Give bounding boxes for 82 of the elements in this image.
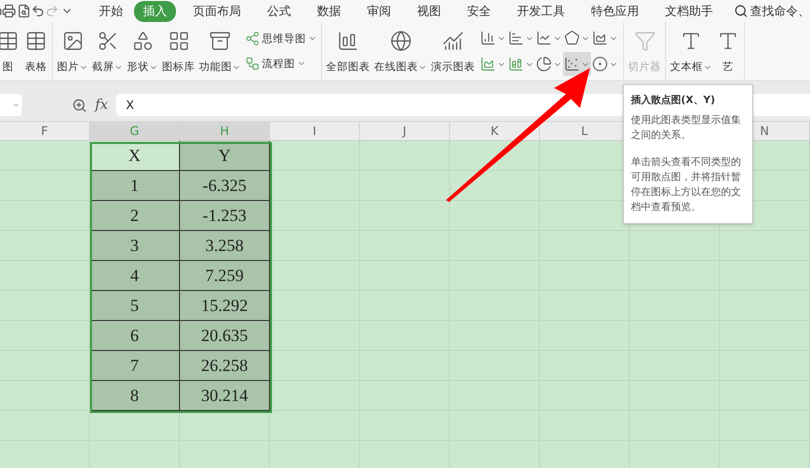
ribbon-icon <box>442 30 464 52</box>
ribbon-icon <box>0 30 19 52</box>
table-cell: 1 <box>90 171 180 201</box>
table-cell: 6 <box>90 321 180 351</box>
ribbon-icon <box>717 30 739 52</box>
ribbon-button[interactable]: 图 <box>0 22 22 80</box>
menu-tab[interactable]: 视图 <box>408 0 450 22</box>
table-cell: -1.253 <box>180 201 270 231</box>
radar-chart-icon <box>564 30 580 46</box>
combo-chart-icon <box>508 56 524 72</box>
table-cell: 4 <box>90 261 180 291</box>
menu-tab[interactable]: 页面布局 <box>184 0 250 22</box>
pie-chart-icon <box>536 56 552 72</box>
print-icon[interactable] <box>2 4 16 18</box>
print-preview-icon[interactable] <box>16 4 31 18</box>
ribbon-icon <box>209 30 231 52</box>
bar-chart-icon <box>508 30 524 46</box>
table-cell: 26.258 <box>180 351 270 381</box>
diagram-icon <box>245 31 260 46</box>
menu-tab[interactable]: 特色应用 <box>582 0 648 22</box>
caret-icon <box>12 101 20 109</box>
column-header-cell: Y <box>180 141 270 171</box>
ribbon-button[interactable]: 功能图 <box>197 22 243 80</box>
ribbon-button[interactable]: 艺 <box>714 22 742 80</box>
ribbon-button[interactable]: 文本框 <box>668 22 714 80</box>
ribbon-icon <box>680 30 702 52</box>
table-cell: 3.258 <box>180 231 270 261</box>
column-header[interactable]: I <box>270 122 360 140</box>
ribbon-button[interactable]: 流程图 <box>245 56 317 71</box>
menu-tab[interactable]: 开发工具 <box>508 0 574 22</box>
table-cell: 5 <box>90 291 180 321</box>
table-cell: 7.259 <box>180 261 270 291</box>
ribbon-icon <box>62 30 84 52</box>
tooltip-text: 单击箭头查看不同类型的可用散点图，并将指针暂停在图标上方以在您的文档中查看预览。 <box>631 156 742 215</box>
table-cell: 30.214 <box>180 381 270 411</box>
table-cell: 7 <box>90 351 180 381</box>
ribbon-button[interactable]: 全部图表 <box>324 22 372 80</box>
tooltip-title: 插入散点图(X、Y) <box>631 94 716 107</box>
ribbon-button[interactable]: 截屏 <box>90 22 125 80</box>
bubble-chart-icon <box>592 56 608 72</box>
menu-tab[interactable]: 文档助手 <box>656 0 722 22</box>
menu-tab[interactable]: 安全 <box>458 0 500 22</box>
ribbon-icon <box>337 30 359 52</box>
area-chart-icon <box>480 56 496 72</box>
table-cell: 15.292 <box>180 291 270 321</box>
column-header[interactable]: J <box>360 122 450 140</box>
ribbon-button[interactable]: 思维导图 <box>245 31 317 46</box>
table-cell: 8 <box>90 381 180 411</box>
ribbon-button[interactable]: 图片 <box>55 22 90 80</box>
ribbon-button[interactable]: 表格 <box>22 22 50 80</box>
caret-icon <box>297 59 306 68</box>
stock-chart-icon <box>592 30 608 46</box>
ribbon-icon <box>96 30 118 52</box>
menu-tab[interactable]: 审阅 <box>358 0 400 22</box>
line-chart-icon <box>536 30 552 46</box>
menu-tab[interactable]: 数据 <box>308 0 350 22</box>
scatter-chart-icon <box>564 56 580 72</box>
ribbon-button[interactable]: 在线图表 <box>372 22 429 80</box>
table-cell: 3 <box>90 231 180 261</box>
table-cell: 20.635 <box>180 321 270 351</box>
column-chart-icon <box>480 30 496 46</box>
ribbon-icon <box>25 30 47 52</box>
ribbon-button[interactable]: 形状 <box>125 22 160 80</box>
table-cell: 2 <box>90 201 180 231</box>
function-button[interactable]: fx <box>95 97 108 113</box>
caret-icon <box>308 34 317 43</box>
undo-icon[interactable] <box>31 4 46 18</box>
search-icon <box>734 4 748 18</box>
zoom-icon[interactable] <box>72 98 87 112</box>
ribbon-icon <box>132 30 154 52</box>
search-field[interactable]: 查找命令、 <box>750 2 810 20</box>
diagram-icon <box>245 56 260 71</box>
column-header-cell: X <box>90 141 180 171</box>
menu-tab[interactable]: 公式 <box>258 0 300 22</box>
ribbon-button[interactable]: 图标库 <box>160 22 197 80</box>
ribbon-button[interactable]: 演示图表 <box>429 22 477 80</box>
ribbon-icon <box>634 30 656 52</box>
ribbon-icon <box>168 30 190 52</box>
menu-tab[interactable]: 开始 <box>90 0 132 22</box>
chart-type-button[interactable] <box>563 52 591 76</box>
ribbon-icon <box>390 30 412 52</box>
table-cell: -6.325 <box>180 171 270 201</box>
